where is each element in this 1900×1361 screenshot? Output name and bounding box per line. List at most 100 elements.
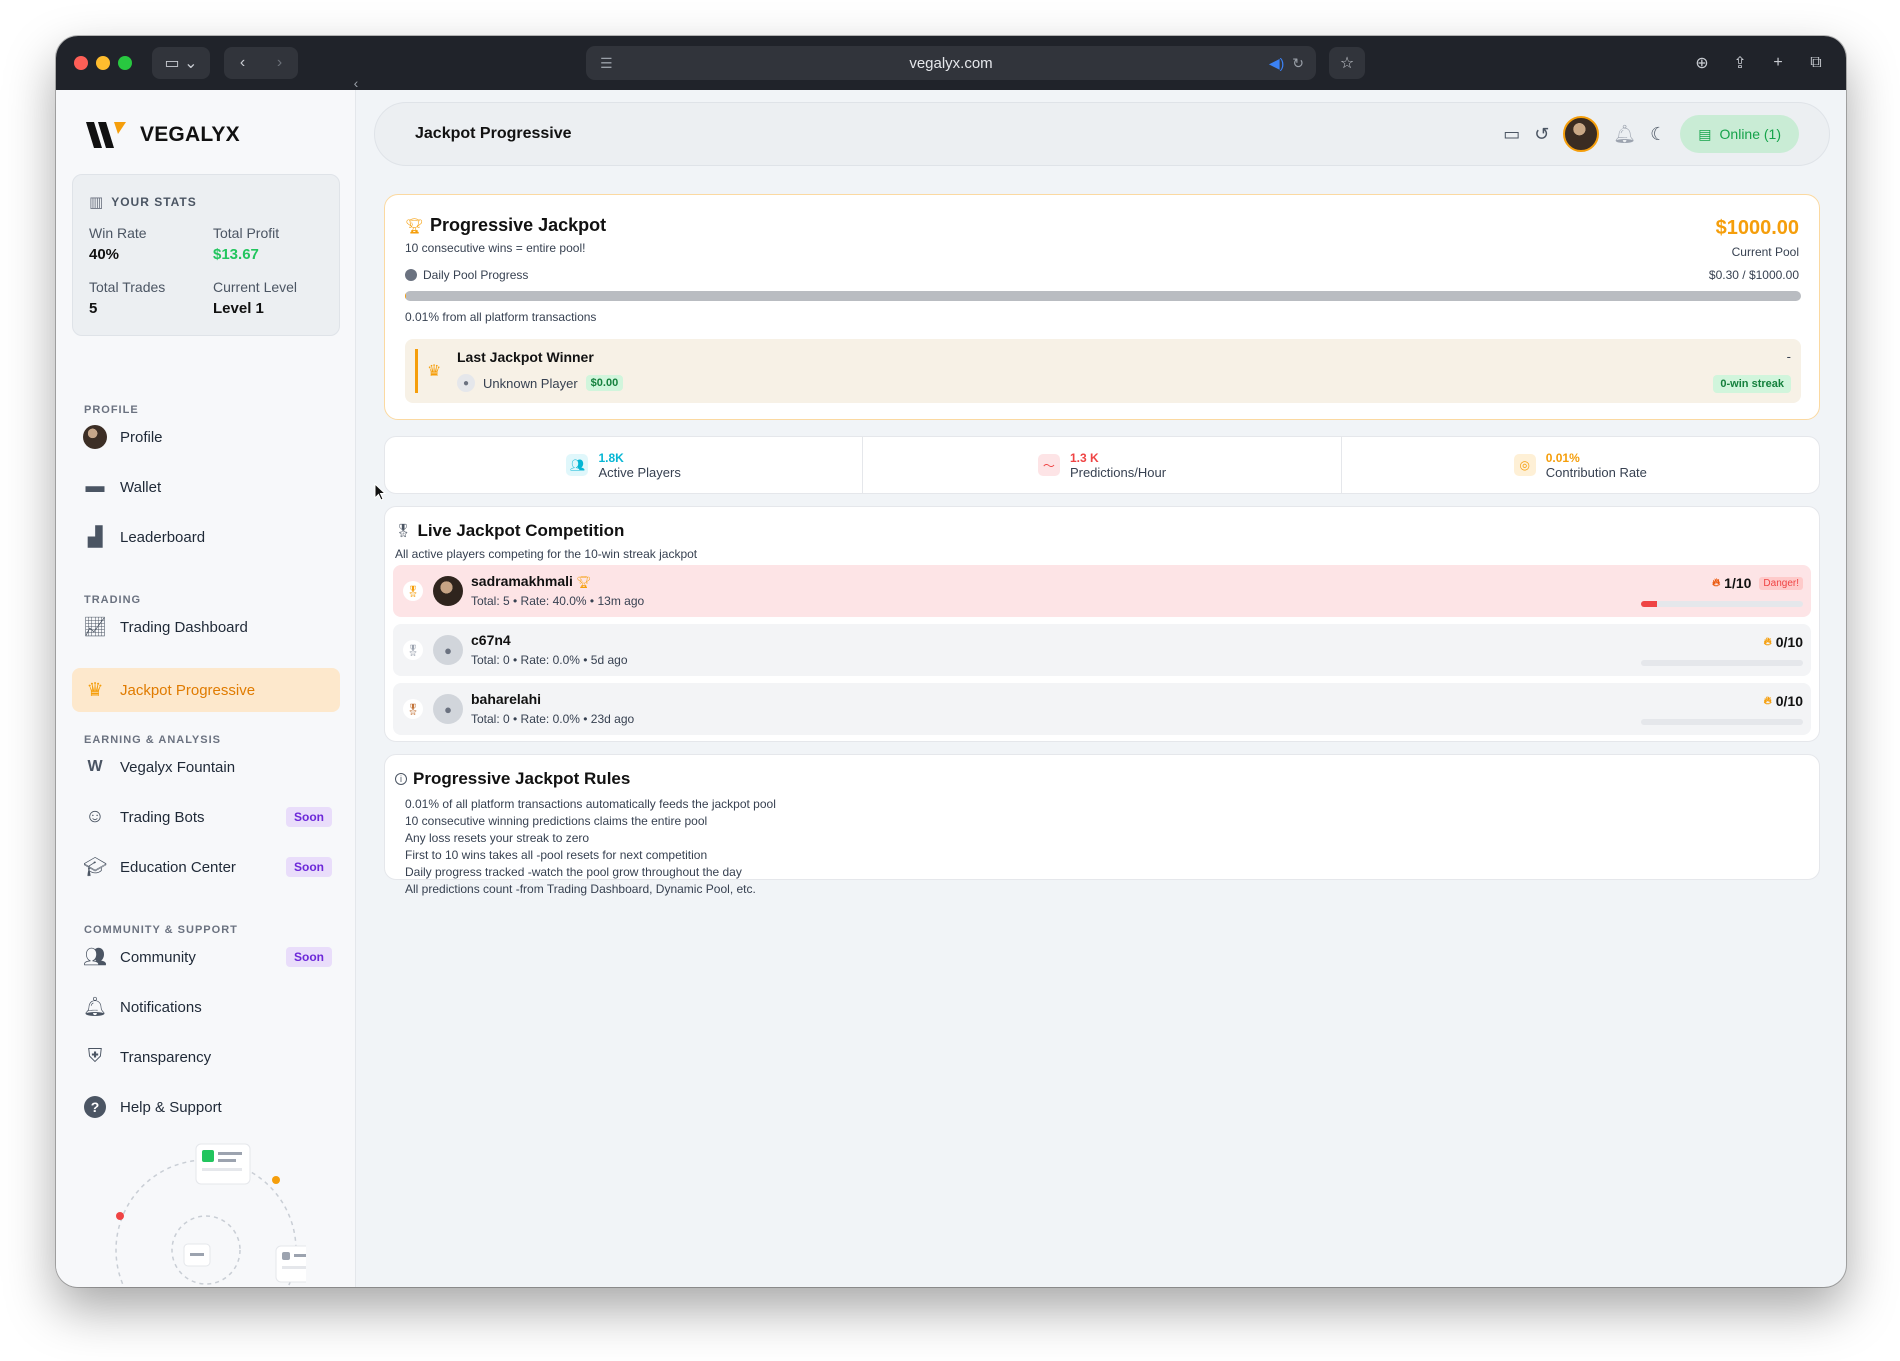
back-icon[interactable]: ‹ xyxy=(224,54,261,72)
sidebar-item-vegalyx-fountain[interactable]: W Vegalyx Fountain xyxy=(72,745,340,789)
player-name: baharelahi xyxy=(471,691,542,707)
medal-icon: 🎖︎ xyxy=(403,699,423,719)
chat-icon: ▤ xyxy=(1698,125,1712,142)
minimize-window-button[interactable] xyxy=(96,56,110,70)
bell-icon: 🔔︎ xyxy=(82,997,108,1018)
sidebar-item-transparency[interactable]: ⛨ Transparency xyxy=(72,1035,340,1079)
list-item[interactable]: 🎖︎ ● c67n4 Total: 0 • Rate: 0.0% • 5d ag… xyxy=(393,624,1811,676)
fire-icon: 🔥︎ xyxy=(1763,635,1772,648)
player-score: 0/10 xyxy=(1775,693,1803,709)
metric-active-players: 👥︎ 1.8K Active Players xyxy=(385,437,862,493)
refresh-icon[interactable]: ↺ xyxy=(1534,124,1549,145)
bell-icon[interactable]: 🔔︎ xyxy=(1613,124,1636,145)
browser-sidebar-toggle[interactable]: ▭ ⌄ xyxy=(152,47,210,79)
your-stats-card: ▥ YOUR STATS Win Rate 40% Total Profit $… xyxy=(72,174,340,336)
info-icon: i xyxy=(395,773,407,785)
metric-predictions-hour: 〜 1.3 K Predictions/Hour xyxy=(862,437,1340,493)
competition-subtitle: All active players competing for the 10-… xyxy=(395,547,698,561)
forward-icon[interactable]: › xyxy=(261,54,298,72)
sidebar-item-wallet[interactable]: ▬ Wallet xyxy=(72,465,340,509)
wallet-icon: ▬ xyxy=(85,476,105,497)
last-winner-title: Last Jackpot Winner xyxy=(457,349,594,365)
streak-progress-fill xyxy=(1641,601,1658,607)
address-bar[interactable]: ☰ vegalyx.com ◀) ↻ xyxy=(586,46,1316,80)
trophy-icon: 🏆︎ xyxy=(405,217,425,235)
sidebar-item-jackpot-progressive[interactable]: ♛ Jackpot Progressive xyxy=(72,668,340,712)
new-tab-button[interactable]: + xyxy=(1762,47,1794,79)
share-button[interactable]: ⇪ xyxy=(1724,47,1756,79)
win-rate-stat: Win Rate 40% xyxy=(89,225,147,263)
last-winner-prize: $0.00 xyxy=(585,375,624,391)
list-item[interactable]: 🎖︎ ● baharelahi Total: 0 • Rate: 0.0% • … xyxy=(393,683,1811,735)
player-score: 0/10 xyxy=(1775,634,1803,650)
list-item[interactable]: 🎖︎ sadramakhmali 🏆︎ Total: 5 • Rate: 40.0… xyxy=(393,565,1811,617)
user-icon: ● xyxy=(457,374,475,392)
sidebar-item-notifications[interactable]: 🔔︎ Notifications xyxy=(72,985,340,1029)
activity-icon: 〜 xyxy=(1037,454,1060,476)
player-meta: Total: 0 • Rate: 0.0% • 23d ago xyxy=(471,712,635,726)
streak-progress-bar xyxy=(1641,601,1803,607)
wallet-icon[interactable]: ▭ xyxy=(1503,124,1520,145)
streak-progress-bar xyxy=(1641,719,1803,725)
sidebar-item-trading-dashboard[interactable]: 📈︎ Trading Dashboard xyxy=(72,605,340,649)
player-meta: Total: 0 • Rate: 0.0% • 5d ago xyxy=(471,653,628,667)
moon-icon[interactable]: ☾ xyxy=(1650,124,1666,145)
sidebar-icon: ▭ ⌄ xyxy=(164,55,198,72)
sidebar: VEGALYX ▥ YOUR STATS Win Rate 40% Total … xyxy=(56,90,356,1287)
window-controls xyxy=(74,56,132,70)
url-text: vegalyx.com xyxy=(909,54,993,72)
brand-logo[interactable]: VEGALYX xyxy=(84,120,240,150)
bookmark-button[interactable]: ☆ xyxy=(1329,47,1365,79)
medal-icon: 🎖︎ xyxy=(403,581,423,601)
online-status-button[interactable]: ▤ Online (1) xyxy=(1680,115,1799,153)
speaker-icon[interactable]: ◀) xyxy=(1269,55,1284,72)
player-name: c67n4 xyxy=(471,632,511,648)
soon-badge: Soon xyxy=(286,947,332,967)
live-competition-card: 🎖︎ Live Jackpot Competition All active p… xyxy=(384,506,1820,742)
page-title: Jackpot Progressive xyxy=(415,125,572,142)
star-icon: ☆ xyxy=(1339,55,1355,72)
current-level-value: Level 1 xyxy=(213,300,264,317)
sidebar-item-education-center[interactable]: 🎓︎ Education Center Soon xyxy=(72,845,340,889)
soon-badge: Soon xyxy=(286,807,332,827)
downloads-button[interactable]: ⊕ xyxy=(1686,47,1718,79)
user-avatar[interactable] xyxy=(1563,116,1600,152)
rule-item: Any loss resets your streak to zero xyxy=(405,831,590,845)
medal-icon: 🎖︎ xyxy=(395,523,412,538)
browser-window: ▭ ⌄ ‹ › ☰ vegalyx.com ◀) ↻ ☆ ⊕ ⇪ + ⧉ VEG… xyxy=(56,36,1846,1287)
rule-item: Daily progress tracked -watch the pool g… xyxy=(405,865,742,879)
jackpot-rules-card: i Progressive Jackpot Rules 0.01% of all… xyxy=(384,754,1820,896)
download-icon: ⊕ xyxy=(1695,55,1709,72)
last-winner-date: - xyxy=(1786,349,1791,364)
sidebar-item-profile[interactable]: Profile xyxy=(72,415,340,459)
close-window-button[interactable] xyxy=(74,56,88,70)
collapse-sidebar-button[interactable]: ‹ xyxy=(348,72,364,94)
jackpot-title: Progressive Jackpot xyxy=(430,215,607,235)
user-icon: ● xyxy=(433,694,463,724)
sidebar-item-leaderboard[interactable]: ▟ Leaderboard xyxy=(72,515,340,559)
coins-icon: ◎ xyxy=(1513,454,1536,476)
sidebar-item-help-support[interactable]: ? Help & Support xyxy=(72,1085,340,1129)
users-icon: 👥︎ xyxy=(566,454,589,476)
maximize-window-button[interactable] xyxy=(118,56,132,70)
stats-heading: YOUR STATS xyxy=(111,195,197,209)
total-profit-stat: Total Profit $13.67 xyxy=(213,225,280,263)
sidebar-item-trading-bots[interactable]: ☺ Trading Bots Soon xyxy=(72,795,340,839)
reload-icon[interactable]: ↻ xyxy=(1292,55,1304,72)
crown-icon: ♛ xyxy=(86,679,104,701)
sidebar-illustration xyxy=(115,1143,306,1287)
page-menu-icon[interactable]: ☰ xyxy=(600,55,613,72)
sidebar-item-community[interactable]: 👥︎ Community Soon xyxy=(72,935,340,979)
robot-icon: ☺ xyxy=(85,806,105,827)
fire-icon: 🔥︎ xyxy=(1712,576,1721,589)
share-icon: ⇪ xyxy=(1733,55,1747,72)
rule-item: First to 10 wins takes all -pool resets … xyxy=(405,848,708,862)
tabs-overview-button[interactable]: ⧉ xyxy=(1800,47,1832,79)
jackpot-amount: $1000.00 xyxy=(1715,217,1799,239)
chart-icon: 📈︎ xyxy=(82,617,108,638)
rules-title: Progressive Jackpot Rules xyxy=(413,769,631,788)
total-trades-value: 5 xyxy=(89,300,98,317)
danger-badge: Danger! xyxy=(1759,576,1803,590)
win-rate-value: 40% xyxy=(89,246,120,263)
page-header: Jackpot Progressive ▭ ↺ 🔔︎ ☾ ▤ Online (1… xyxy=(374,102,1830,166)
